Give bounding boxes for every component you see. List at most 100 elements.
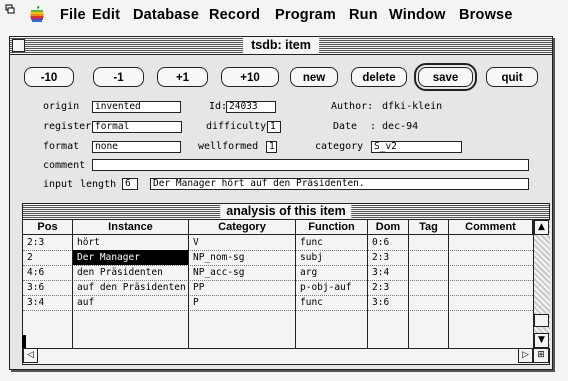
analysis-titlebar: analysis of this item — [23, 204, 549, 220]
length-field[interactable]: 6 — [122, 178, 138, 190]
cell-dom: 3:6 — [368, 295, 409, 310]
cell-comment — [449, 280, 533, 295]
back-10-button[interactable]: -10 — [24, 67, 74, 87]
table-row[interactable]: 4:6 den Präsidenten NP_acc-sg arg 3:4 — [23, 265, 533, 281]
menu-browse[interactable]: Browse — [459, 7, 513, 23]
scroll-thumb[interactable] — [534, 314, 549, 327]
vertical-scrollbar[interactable]: ▲ ▼ — [533, 220, 550, 348]
cell-instance: auf den Präsidenten — [73, 280, 189, 295]
id-label: Id: — [209, 101, 228, 112]
cell-tag — [409, 250, 449, 265]
format-label: format — [43, 141, 80, 152]
comment-field[interactable] — [92, 159, 529, 171]
length-label: length — [80, 179, 117, 190]
table-empty-area — [23, 310, 533, 348]
forward-10-button[interactable]: +10 — [221, 67, 279, 87]
menu-edit[interactable]: Edit — [92, 7, 120, 23]
cell-pos: 2 — [23, 250, 73, 265]
cell-instance: auf — [73, 295, 189, 310]
apple-menu-icon[interactable] — [29, 5, 45, 23]
menu-run[interactable]: Run — [349, 7, 378, 23]
wellformed-field[interactable]: 1 — [266, 141, 277, 153]
difficulty-field[interactable]: 1 — [267, 121, 281, 133]
register-field[interactable]: formal — [92, 121, 182, 133]
table-row[interactable]: 2:3 hört V func 0:6 — [23, 235, 533, 251]
cell-tag — [409, 265, 449, 280]
scroll-left-arrow-icon[interactable]: ◁ — [23, 348, 38, 363]
table-row-selected[interactable]: 2 Der Manager NP_nom-sg subj 2:3 — [23, 250, 533, 266]
date-label: Date — [333, 121, 358, 132]
new-button[interactable]: new — [290, 67, 338, 87]
save-button[interactable]: save — [414, 63, 477, 91]
resize-grip-icon[interactable]: ⊞ — [533, 348, 549, 363]
row-marker — [22, 335, 26, 348]
quit-button[interactable]: quit — [486, 67, 538, 87]
cell-comment — [449, 265, 533, 280]
cell-pos: 3:4 — [23, 295, 73, 310]
date-value: : dec-94 — [370, 121, 419, 132]
menu-bar: File Edit Database Record Program Run Wi… — [0, 0, 568, 26]
menu-window[interactable]: Window — [389, 7, 446, 23]
author-value: dfki-klein — [382, 101, 443, 112]
table-row[interactable]: 3:4 auf P func 3:6 — [23, 295, 533, 311]
format-field[interactable]: none — [92, 141, 181, 153]
menu-database[interactable]: Database — [133, 7, 199, 23]
cell-pos: 3:6 — [23, 280, 73, 295]
horizontal-scrollbar[interactable]: ◁ ▷ — [23, 348, 533, 364]
column-header-pos[interactable]: Pos — [23, 220, 73, 234]
cell-pos: 2:3 — [23, 235, 73, 250]
cell-category: NP_acc-sg — [189, 265, 296, 280]
column-header-category[interactable]: Category — [189, 220, 296, 234]
column-header-comment[interactable]: Comment — [449, 220, 533, 234]
table-row[interactable]: 3:6 auf den Präsidenten PP p-obj-auf 2:3 — [23, 280, 533, 296]
origin-field[interactable]: invented — [92, 101, 181, 113]
cell-instance: den Präsidenten — [73, 265, 189, 280]
cell-function: func — [296, 235, 368, 250]
analysis-title: analysis of this item — [220, 204, 352, 219]
column-header-dom[interactable]: Dom — [368, 220, 409, 234]
scroll-right-arrow-icon[interactable]: ▷ — [518, 348, 533, 363]
analysis-panel: analysis of this item Pos Instance Categ… — [22, 203, 550, 365]
comment-label: comment — [43, 160, 86, 171]
window-title: tsdb: item — [243, 37, 319, 54]
id-field[interactable]: 24033 — [226, 101, 276, 113]
cell-comment — [449, 235, 533, 250]
cell-category: P — [189, 295, 296, 310]
column-header-tag[interactable]: Tag — [409, 220, 449, 234]
cell-category: V — [189, 235, 296, 250]
input-sentence-field[interactable]: Der Manager hört auf den Präsidenten. — [150, 178, 529, 190]
back-1-button[interactable]: -1 — [93, 67, 144, 87]
forward-1-button[interactable]: +1 — [157, 67, 208, 87]
cell-function: subj — [296, 250, 368, 265]
cell-dom: 3:4 — [368, 265, 409, 280]
cell-tag — [409, 235, 449, 250]
scroll-down-arrow-icon[interactable]: ▼ — [534, 333, 549, 348]
cell-tag — [409, 280, 449, 295]
scroll-up-arrow-icon[interactable]: ▲ — [534, 220, 549, 235]
cell-dom: 0:6 — [368, 235, 409, 250]
cell-tag — [409, 295, 449, 310]
analysis-table-header: Pos Instance Category Function Dom Tag C… — [23, 220, 533, 235]
origin-label: origin — [43, 101, 80, 112]
cell-function: func — [296, 295, 368, 310]
register-label: register — [43, 121, 92, 132]
cell-dom: 2:3 — [368, 250, 409, 265]
difficulty-label: difficulty — [206, 121, 267, 132]
cell-instance: Der Manager — [73, 250, 189, 265]
cell-category: NP_nom-sg — [189, 250, 296, 265]
wellformed-label: wellformed — [198, 141, 259, 152]
menu-record[interactable]: Record — [209, 7, 260, 23]
cell-pos: 4:6 — [23, 265, 73, 280]
column-header-instance[interactable]: Instance — [73, 220, 189, 234]
close-box-icon[interactable] — [12, 39, 25, 52]
cell-function: arg — [296, 265, 368, 280]
delete-button[interactable]: delete — [351, 67, 407, 87]
cell-instance: hört — [73, 235, 189, 250]
window-titlebar[interactable]: tsdb: item — [10, 37, 552, 55]
cell-comment — [449, 295, 533, 310]
menu-program[interactable]: Program — [275, 7, 336, 23]
category-field[interactable]: S_v2 — [371, 141, 462, 153]
column-header-function[interactable]: Function — [296, 220, 368, 234]
menu-file[interactable]: File — [60, 7, 86, 23]
input-label: input — [43, 179, 74, 190]
